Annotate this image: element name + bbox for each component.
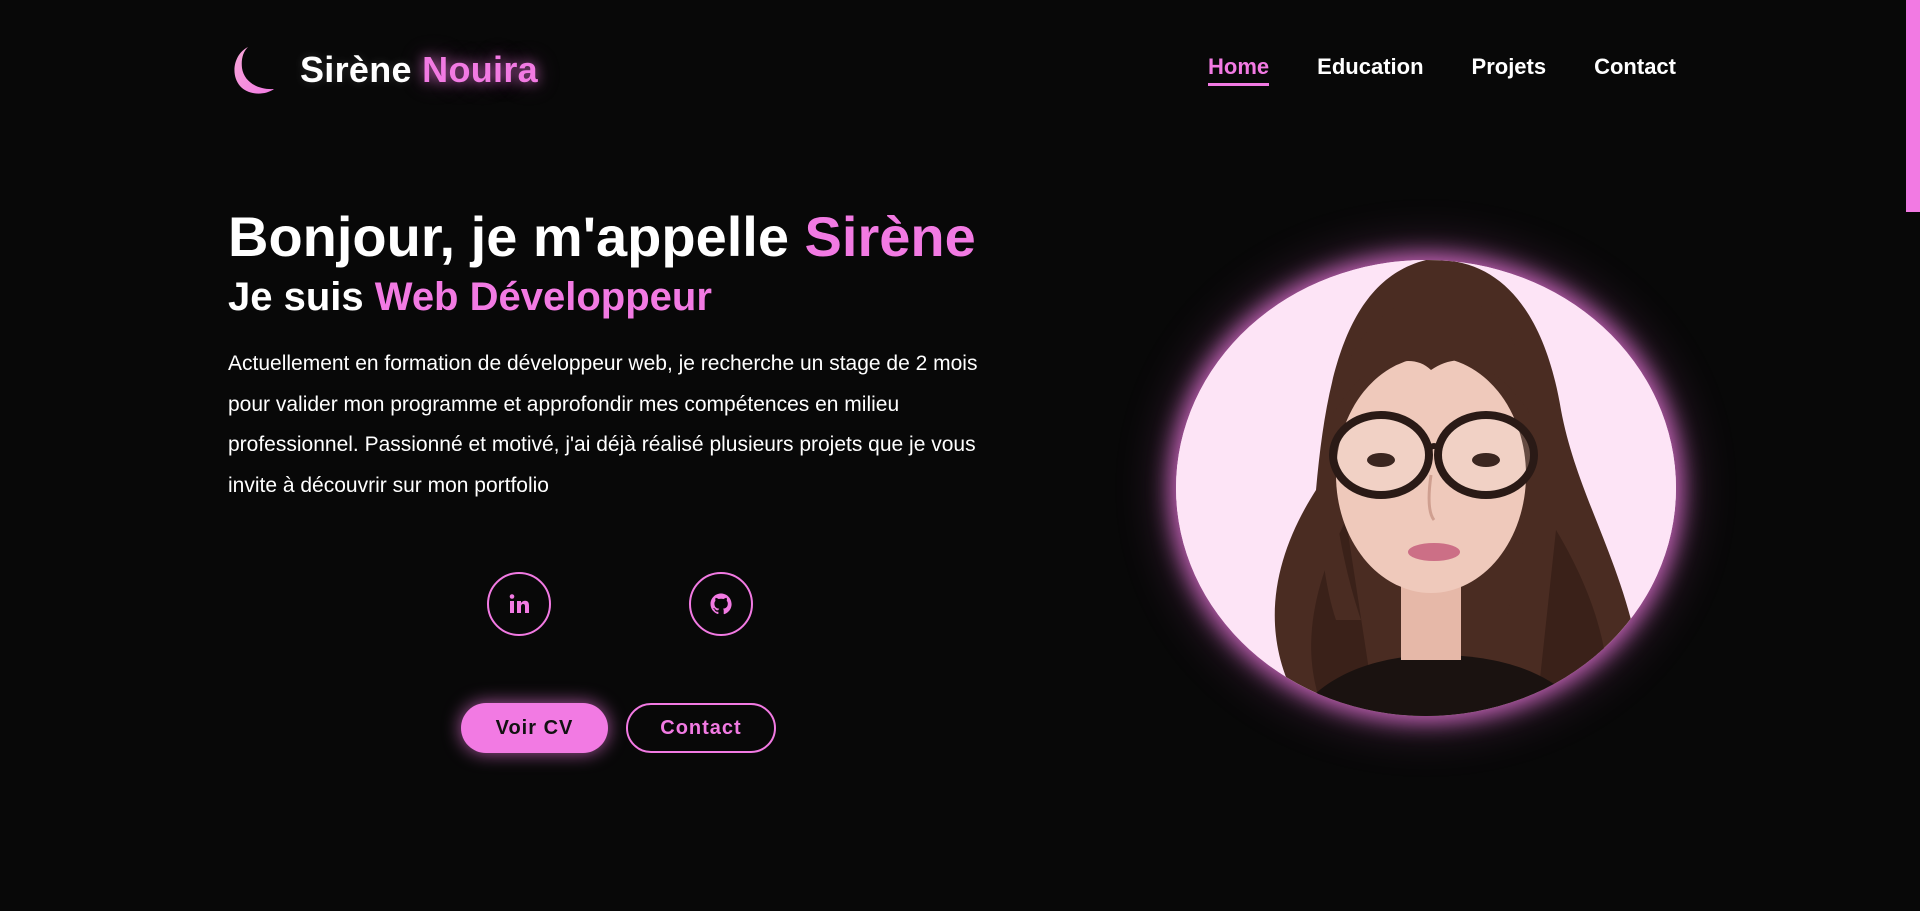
brand-name: Sirène Nouira bbox=[300, 49, 538, 91]
brand[interactable]: Sirène Nouira bbox=[228, 44, 538, 96]
brand-last-name: Nouira bbox=[422, 49, 538, 90]
page: Sirène Nouira Home Education Projets Con… bbox=[0, 0, 1920, 911]
main-nav: Home Education Projets Contact bbox=[1208, 54, 1676, 86]
hero-greeting: Bonjour, je m'appelle bbox=[228, 205, 789, 268]
hero-role-prefix: Je suis bbox=[228, 275, 364, 319]
github-icon bbox=[710, 593, 732, 615]
hero-subtitle: Je suis Web Développeur bbox=[228, 272, 1028, 322]
github-button[interactable] bbox=[689, 572, 753, 636]
hero-description: Actuellement en formation de développeur… bbox=[228, 352, 978, 497]
profile-photo-illustration bbox=[1176, 260, 1676, 716]
cta-buttons: Voir CV Contact bbox=[461, 703, 776, 753]
nav-item-education[interactable]: Education bbox=[1317, 54, 1423, 86]
linkedin-button[interactable] bbox=[487, 572, 551, 636]
hero-name: Sirène bbox=[804, 205, 976, 268]
scrollbar-thumb[interactable] bbox=[1906, 0, 1920, 212]
view-cv-button[interactable]: Voir CV bbox=[461, 703, 608, 753]
moon-icon bbox=[234, 47, 274, 94]
nav-item-home[interactable]: Home bbox=[1208, 54, 1270, 86]
social-links bbox=[487, 572, 753, 636]
linkedin-icon bbox=[509, 594, 529, 613]
hero-role: Web Développeur bbox=[374, 275, 712, 319]
nav-item-contact[interactable]: Contact bbox=[1594, 54, 1676, 86]
hero-title: Bonjour, je m'appelle Sirène bbox=[228, 204, 1028, 270]
brand-first-name: Sirène bbox=[300, 49, 412, 90]
contact-button[interactable]: Contact bbox=[626, 703, 776, 753]
hero-text: Bonjour, je m'appelle Sirène Je suis Web… bbox=[228, 204, 1028, 506]
header: Sirène Nouira Home Education Projets Con… bbox=[228, 0, 1676, 140]
nav-item-projets[interactable]: Projets bbox=[1472, 54, 1547, 86]
profile-photo bbox=[1176, 260, 1676, 716]
